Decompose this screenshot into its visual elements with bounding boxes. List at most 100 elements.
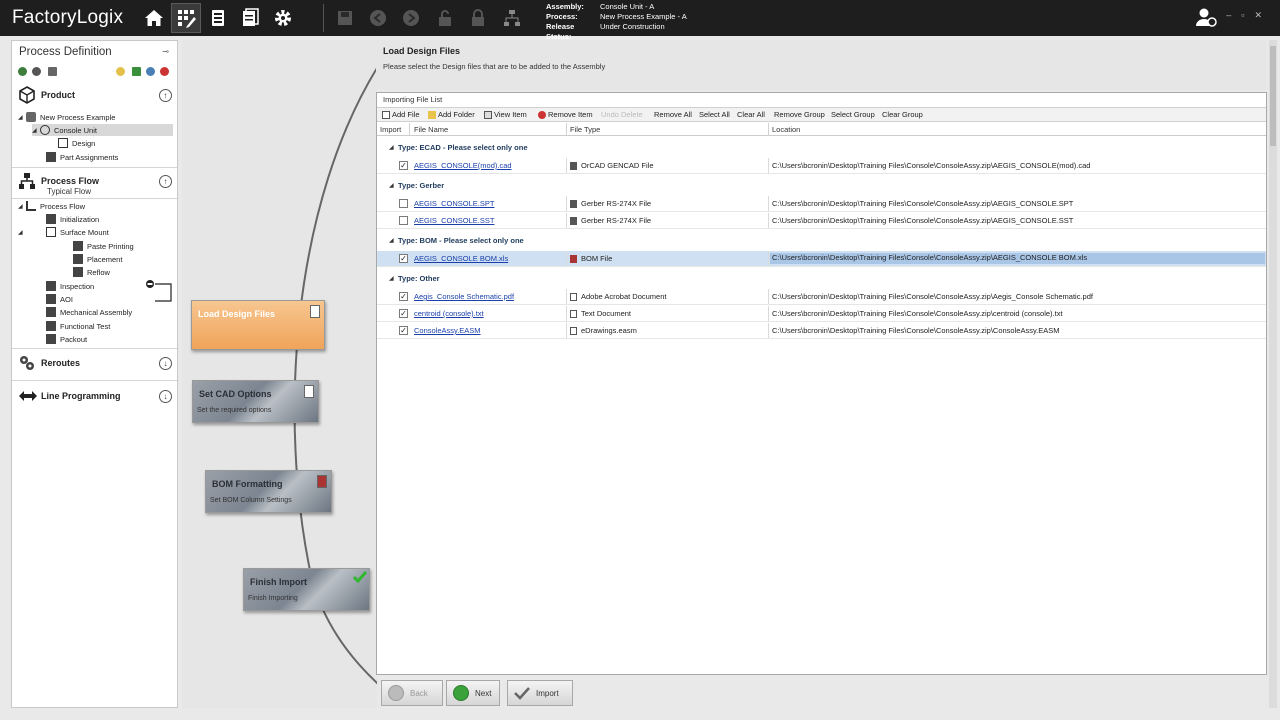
remove-group-button[interactable]: Remove Group	[774, 110, 825, 119]
group-header-gerber[interactable]: ◢ Type: Gerber	[377, 179, 1266, 193]
add-file-button[interactable]: Add File	[382, 110, 420, 119]
expand-down-icon[interactable]: ↓	[159, 357, 172, 370]
import-checkbox[interactable]: ✓	[399, 326, 408, 335]
reroutes-section-header[interactable]: Reroutes ↓	[12, 351, 177, 375]
tree-item-mechanical-assembly[interactable]: Mechanical Assembly	[46, 306, 132, 318]
copy-icon[interactable]	[48, 67, 57, 76]
collapse-up-icon[interactable]: ↑	[159, 89, 172, 102]
step-set-cad-options[interactable]: Set CAD Options Set the required options	[192, 380, 319, 423]
column-location[interactable]: Location	[772, 125, 800, 134]
link-icon[interactable]	[32, 67, 41, 76]
database-button[interactable]	[203, 3, 233, 33]
column-file-name[interactable]: File Name	[414, 125, 448, 134]
refresh-icon[interactable]	[146, 67, 155, 76]
tree-item-inspection[interactable]: Inspection	[46, 280, 94, 292]
file-row[interactable]: AEGIS_CONSOLE.SST Gerber RS-274X File C:…	[377, 213, 1266, 229]
expand-arrow-icon[interactable]: ◢	[18, 203, 26, 210]
import-checkbox[interactable]: ✓	[399, 254, 408, 263]
find-structure-button[interactable]	[497, 3, 527, 33]
column-separator[interactable]	[409, 123, 410, 136]
vertical-scrollbar[interactable]	[1269, 40, 1277, 708]
expand-down-icon[interactable]: ↓	[159, 390, 172, 403]
close-button[interactable]: ✕	[1254, 10, 1262, 21]
import-checkbox[interactable]	[399, 216, 408, 225]
column-separator[interactable]	[566, 123, 567, 136]
scrollbar-thumb[interactable]	[1270, 46, 1276, 146]
select-group-button[interactable]: Select Group	[831, 110, 875, 119]
save-button[interactable]	[330, 3, 360, 33]
remove-item-button[interactable]: Remove Item	[538, 110, 593, 119]
documents-button[interactable]	[235, 3, 265, 33]
user-account-button[interactable]	[1195, 7, 1217, 29]
expand-arrow-icon[interactable]: ◢	[32, 127, 40, 134]
file-name-link[interactable]: AEGIS_CONSOLE.SPT	[414, 199, 494, 208]
tree-item-initialization[interactable]: Initialization	[46, 213, 99, 225]
forward-nav-button[interactable]	[396, 3, 426, 33]
minimize-button[interactable]: –	[1226, 10, 1231, 21]
import-button[interactable]: Import	[507, 680, 573, 706]
column-import[interactable]: Import	[380, 125, 401, 134]
line-programming-section-header[interactable]: Line Programming ↓	[12, 384, 177, 408]
file-name-link[interactable]: Aegis_Console Schematic.pdf	[414, 292, 514, 301]
view-item-button[interactable]: View Item	[484, 110, 527, 119]
tree-item-paste-printing[interactable]: Paste Printing	[73, 240, 134, 252]
file-name-link[interactable]: AEGIS_CONSOLE.SST	[414, 216, 494, 225]
file-name-link[interactable]: ConsoleAssy.EASM	[414, 326, 481, 335]
step-bom-formatting[interactable]: BOM Formatting Set BOM Column Settings	[205, 470, 332, 513]
next-button[interactable]: Next	[446, 680, 500, 706]
process-builder-button[interactable]	[171, 3, 201, 33]
file-row[interactable]: ✓ AEGIS_CONSOLE(mod).cad OrCAD GENCAD Fi…	[377, 158, 1266, 174]
add-folder-button[interactable]: Add Folder	[428, 110, 475, 119]
clear-group-button[interactable]: Clear Group	[882, 110, 923, 119]
import-checkbox[interactable]	[399, 199, 408, 208]
file-row[interactable]: ✓ centroid (console).txt Text Document C…	[377, 306, 1266, 322]
process-flow-section-header[interactable]: Process Flow Typical Flow ↑	[12, 169, 177, 197]
file-row-selected[interactable]: ✓ AEGIS_CONSOLE BOM.xls BOM File C:\User…	[377, 251, 1266, 267]
group-header-other[interactable]: ◢ Type: Other	[377, 272, 1266, 286]
expand-arrow-icon[interactable]: ◢	[18, 229, 46, 236]
collapse-arrow-icon[interactable]: ◢	[389, 275, 394, 282]
clear-all-button[interactable]: Clear All	[737, 110, 765, 119]
tree-item-aoi[interactable]: AOI	[46, 293, 73, 305]
file-name-link[interactable]: centroid (console).txt	[414, 309, 484, 318]
collapse-arrow-icon[interactable]: ◢	[389, 182, 394, 189]
star-icon[interactable]	[116, 67, 125, 76]
import-checkbox[interactable]: ✓	[399, 161, 408, 170]
collapse-arrow-icon[interactable]: ◢	[389, 144, 394, 151]
back-button[interactable]: Back	[381, 680, 443, 706]
tree-item-part-assignments[interactable]: Part Assignments	[46, 151, 118, 163]
unlock-button[interactable]	[430, 3, 460, 33]
tree-item-placement[interactable]: Placement	[73, 253, 122, 265]
back-nav-button[interactable]	[363, 3, 393, 33]
step-load-design-files[interactable]: Load Design Files	[191, 300, 325, 350]
collapse-arrow-icon[interactable]: ◢	[389, 237, 394, 244]
collapse-up-icon[interactable]: ↑	[159, 175, 172, 188]
tree-item-process-flow[interactable]: ◢ Process Flow	[18, 200, 85, 212]
tree-item-process[interactable]: ◢ New Process Example	[18, 111, 115, 123]
add-icon[interactable]	[18, 67, 27, 76]
pin-icon[interactable]: ⊸	[162, 47, 169, 56]
tree-item-packout[interactable]: Packout	[46, 333, 87, 345]
file-row[interactable]: ✓ ConsoleAssy.EASM eDrawings.easm C:\Use…	[377, 323, 1266, 339]
column-file-type[interactable]: File Type	[570, 125, 600, 134]
remove-all-button[interactable]: Remove All	[654, 110, 692, 119]
tree-item-functional-test[interactable]: Functional Test	[46, 320, 110, 332]
lock-button[interactable]	[463, 3, 493, 33]
group-header-bom[interactable]: ◢ Type: BOM - Please select only one	[377, 234, 1266, 248]
remove-icon[interactable]	[160, 67, 169, 76]
home-button[interactable]	[139, 3, 169, 33]
file-name-link[interactable]: AEGIS_CONSOLE BOM.xls	[414, 254, 508, 263]
expand-arrow-icon[interactable]: ◢	[18, 114, 26, 121]
tree-item-console-unit[interactable]: ◢ Console Unit	[32, 124, 173, 136]
tree-item-design[interactable]: Design	[58, 137, 95, 149]
file-name-link[interactable]: AEGIS_CONSOLE(mod).cad	[414, 161, 512, 170]
undo-delete-button[interactable]: Undo Delete	[601, 110, 643, 119]
product-section-header[interactable]: Product ↑	[12, 83, 177, 107]
settings-button[interactable]	[268, 3, 298, 33]
step-finish-import[interactable]: Finish Import Finish Importing	[243, 568, 370, 611]
tree-item-reflow[interactable]: Reflow	[73, 266, 110, 278]
group-header-ecad[interactable]: ◢ Type: ECAD - Please select only one	[377, 141, 1266, 155]
select-all-button[interactable]: Select All	[699, 110, 730, 119]
import-checkbox[interactable]: ✓	[399, 292, 408, 301]
column-separator[interactable]	[768, 123, 769, 136]
